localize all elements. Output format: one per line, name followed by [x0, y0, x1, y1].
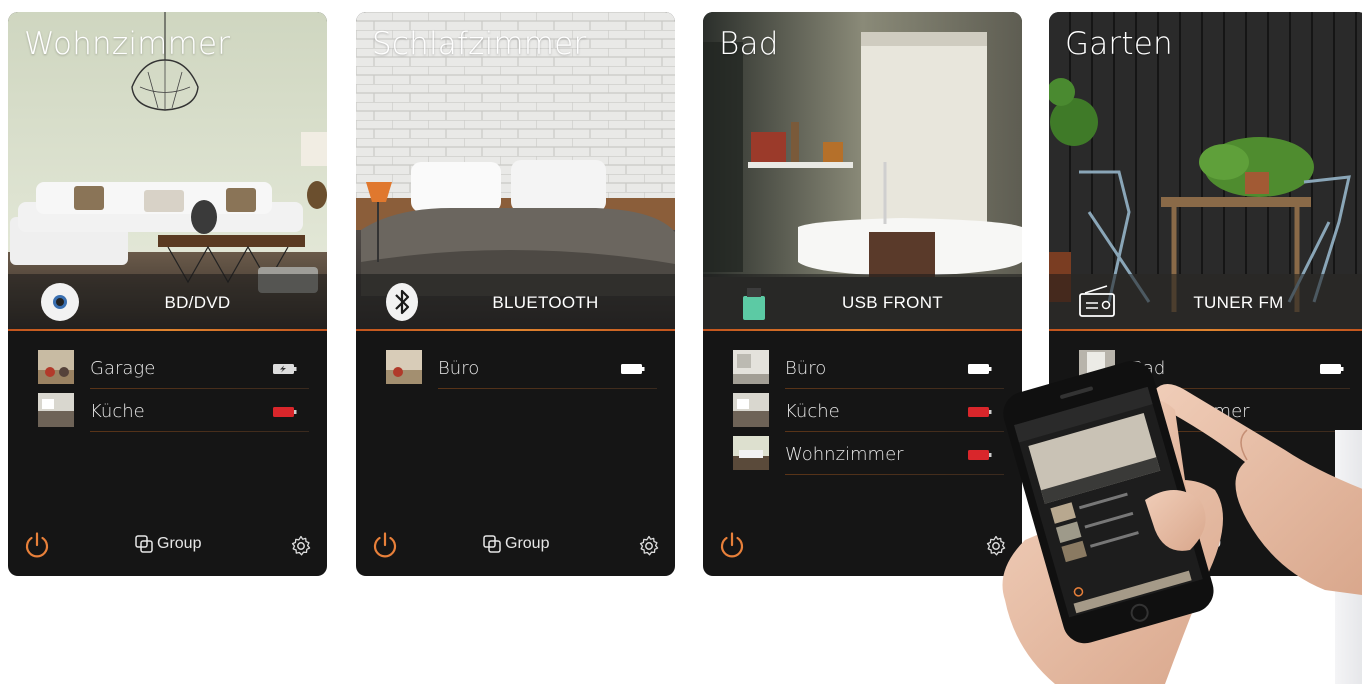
zone-divider: [785, 474, 1004, 475]
group-icon: [135, 535, 153, 553]
zone-name: Büro: [438, 358, 480, 379]
source-bar[interactable]: USB FRONT: [703, 274, 1022, 330]
accent-divider: [1049, 329, 1362, 331]
power-icon[interactable]: [22, 530, 52, 560]
zone-name: Küche: [785, 401, 840, 422]
group-label: Group: [157, 535, 202, 552]
card-footer: Group: [356, 516, 675, 576]
zone-thumbnail: [733, 393, 769, 427]
room-title: Wohnzimmer: [24, 26, 231, 62]
battery-full-icon: [621, 364, 645, 374]
gear-icon[interactable]: [637, 534, 661, 558]
disc-icon[interactable]: [40, 282, 80, 322]
accent-divider: [356, 329, 675, 331]
zone-row[interactable]: Büro: [386, 346, 657, 389]
group-icon: [483, 535, 501, 553]
source-label: BD/DVD: [164, 293, 231, 312]
hand-holding-phone-image: [985, 350, 1362, 684]
card-footer: Group: [8, 516, 327, 576]
power-icon[interactable]: [717, 530, 747, 560]
source-bar[interactable]: BLUETOOTH: [356, 274, 675, 330]
zone-name: Garage: [90, 358, 156, 379]
room-card-wohnzimmer[interactable]: Wohnzimmer BD/DVD Garage Küche Group: [8, 12, 327, 576]
battery-charging-icon: [273, 364, 297, 374]
accent-divider: [703, 329, 1022, 331]
zone-row[interactable]: Büro: [733, 346, 1004, 389]
zone-thumbnail: [386, 350, 422, 384]
zone-divider: [438, 388, 657, 389]
source-bar[interactable]: TUNER FM: [1049, 274, 1362, 330]
zone-row[interactable]: Küche: [733, 389, 1004, 432]
zone-row[interactable]: Garage: [38, 346, 309, 389]
room-title: Garten: [1065, 26, 1173, 62]
zone-thumbnail: [38, 393, 74, 427]
zone-name: Küche: [90, 401, 145, 422]
source-label: USB FRONT: [842, 293, 943, 312]
zone-thumbnail: [733, 350, 769, 384]
zone-name: Büro: [785, 358, 827, 379]
zone-thumbnail: [733, 436, 769, 470]
room-card-bad[interactable]: Bad USB FRONT Büro Küche Wohnzimmer: [703, 12, 1022, 576]
zone-list: Büro Küche Wohnzimmer: [733, 346, 1004, 475]
source-bar[interactable]: BD/DVD: [8, 274, 327, 330]
zone-divider: [90, 431, 309, 432]
zone-list: Garage Küche: [38, 346, 309, 432]
gear-icon[interactable]: [289, 534, 313, 558]
group-label: Group: [505, 535, 550, 552]
room-title: Schlafzimmer: [372, 26, 587, 62]
group-button[interactable]: Group: [482, 534, 549, 554]
zone-row[interactable]: Wohnzimmer: [733, 432, 1004, 475]
zone-row[interactable]: Küche: [38, 389, 309, 432]
zone-thumbnail: [38, 350, 74, 384]
bluetooth-icon[interactable]: [382, 282, 422, 322]
usb-icon[interactable]: [735, 282, 775, 322]
room-title: Bad: [719, 26, 779, 62]
zone-list: Büro: [386, 346, 657, 389]
card-footer: [703, 516, 1022, 576]
zone-name: Wohnzimmer: [785, 444, 904, 465]
room-card-schlafzimmer[interactable]: Schlafzimmer BLUETOOTH Büro Group: [356, 12, 675, 576]
battery-low-icon: [273, 407, 297, 417]
accent-divider: [8, 329, 327, 331]
power-icon[interactable]: [370, 530, 400, 560]
group-button[interactable]: Group: [134, 534, 201, 554]
radio-icon[interactable]: [1077, 282, 1117, 322]
source-label: TUNER FM: [1193, 293, 1284, 312]
source-label: BLUETOOTH: [492, 293, 599, 312]
